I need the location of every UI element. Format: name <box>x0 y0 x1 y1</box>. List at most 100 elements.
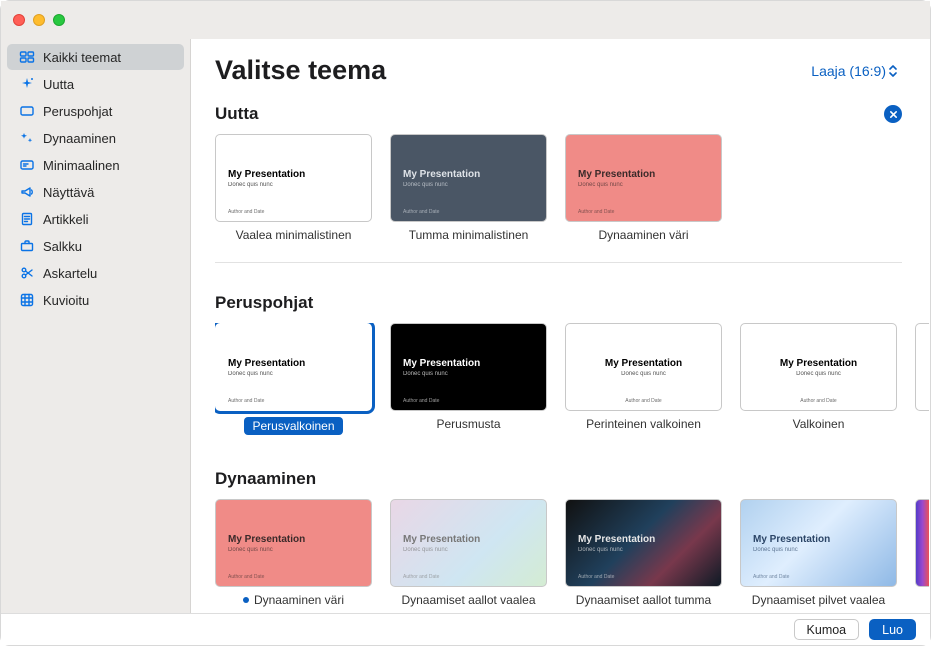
scissors-icon <box>19 265 35 281</box>
briefcase-icon <box>19 238 35 254</box>
section-dynaaminen: Dynaaminen My Presentation Donec quis nu… <box>215 459 930 611</box>
sidebar-item-kuvioitu[interactable]: Kuvioitu <box>7 287 184 313</box>
theme-card[interactable]: My Presentation Donec quis nunc Author a… <box>215 134 372 242</box>
theme-card-overflow[interactable] <box>915 499 929 607</box>
theme-card[interactable]: My Presentation Donec quis nunc Author a… <box>215 323 372 435</box>
theme-thumbnail: My Presentation Donec quis nunc Author a… <box>390 134 547 222</box>
theme-card[interactable]: My Presentation Donec quis nunc Author a… <box>390 134 547 242</box>
thumb-foot: Author and Date <box>228 574 264 580</box>
sidebar-item-dynaaminen[interactable]: Dynaaminen <box>7 125 184 151</box>
theme-card[interactable]: My Presentation Donec quis nunc Author a… <box>565 499 722 607</box>
theme-card[interactable]: My Presentation Donec quis nunc Author a… <box>740 499 897 607</box>
thumb-sub: Donec quis nunc <box>796 371 841 377</box>
thumb-sub: Donec quis nunc <box>403 547 534 553</box>
aspect-ratio-selector[interactable]: Laaja (16:9) <box>811 63 898 79</box>
window-controls <box>13 14 65 26</box>
main-content: Valitse teema Laaja (16:9) Uutta My Pres… <box>191 39 930 613</box>
theme-thumbnail: My Presentation Donec quis nunc Author a… <box>740 323 897 411</box>
theme-card[interactable]: My Presentation Donec quis nunc Author a… <box>740 323 897 435</box>
sidebar-item-label: Näyttävä <box>43 185 94 200</box>
chevron-up-down-icon <box>888 64 898 78</box>
theme-row: My Presentation Donec quis nunc Author a… <box>215 499 930 611</box>
section-uutta: Uutta My Presentation Donec quis nunc Au… <box>215 94 930 263</box>
thumb-title: My Presentation <box>228 534 359 545</box>
theme-thumbnail <box>915 323 929 411</box>
megaphone-icon <box>19 184 35 200</box>
grid-icon <box>19 49 35 65</box>
theme-scroller[interactable]: Uutta My Presentation Donec quis nunc Au… <box>191 94 930 613</box>
theme-caption: Dynaamiset aallot tumma <box>565 593 722 607</box>
theme-thumbnail: My Presentation Donec quis nunc Author a… <box>215 499 372 587</box>
create-button[interactable]: Luo <box>869 619 916 640</box>
theme-thumbnail <box>915 499 929 587</box>
theme-card-overflow[interactable] <box>915 323 929 435</box>
sidebar: Kaikki teematUutta Peruspohjat Dynaaminen M… <box>1 39 191 613</box>
thumb-foot: Author and Date <box>403 398 439 404</box>
theme-caption: Dynaaminen väri <box>565 228 722 242</box>
theme-thumbnail: My Presentation Donec quis nunc Author a… <box>215 323 372 411</box>
fullscreen-window-icon[interactable] <box>53 14 65 26</box>
theme-caption: Dynaaminen väri <box>215 593 372 607</box>
footer: Kumoa Luo <box>1 613 930 645</box>
sidebar-item-label: Kuvioitu <box>43 293 89 308</box>
thumb-foot: Author and Date <box>228 398 264 404</box>
thumb-foot: Author and Date <box>578 574 614 580</box>
thumb-title: My Presentation <box>228 169 359 180</box>
cancel-button[interactable]: Kumoa <box>794 619 860 640</box>
thumb-foot: Author and Date <box>228 209 264 215</box>
thumb-title: My Presentation <box>578 534 709 545</box>
section-title: Uutta <box>215 104 258 124</box>
dismiss-section-button[interactable] <box>884 105 902 123</box>
thumb-sub: Donec quis nunc <box>621 371 666 377</box>
theme-caption: Perinteinen valkoinen <box>565 417 722 431</box>
sidebar-item-label: Peruspohjat <box>43 104 112 119</box>
sidebar-item-uutta[interactable]: Uutta <box>7 71 184 97</box>
thumb-sub: Donec quis nunc <box>228 547 359 553</box>
theme-thumbnail: My Presentation Donec quis nunc Author a… <box>565 323 722 411</box>
theme-thumbnail: My Presentation Donec quis nunc Author a… <box>390 323 547 411</box>
sparkles-icon <box>19 130 35 146</box>
thumb-title: My Presentation <box>753 534 884 545</box>
theme-card[interactable]: My Presentation Donec quis nunc Author a… <box>215 499 372 607</box>
thumb-foot: Author and Date <box>753 574 789 580</box>
titlebar <box>1 1 930 39</box>
sidebar-item-salkku[interactable]: Salkku <box>7 233 184 259</box>
section-title: Peruspohjat <box>215 293 313 313</box>
sidebar-item-artikkeli[interactable]: Artikkeli <box>7 206 184 232</box>
theme-card[interactable]: My Presentation Donec quis nunc Author a… <box>565 323 722 435</box>
thumb-sub: Donec quis nunc <box>578 182 709 188</box>
thumb-sub: Donec quis nunc <box>403 182 534 188</box>
sidebar-item-askartelu[interactable]: Askartelu <box>7 260 184 286</box>
thumb-foot: Author and Date <box>578 209 614 215</box>
theme-caption: Perusvalkoinen <box>244 417 342 435</box>
thumb-foot: Author and Date <box>566 398 721 404</box>
theme-row: My Presentation Donec quis nunc Author a… <box>215 134 930 246</box>
thumb-title: My Presentation <box>578 169 709 180</box>
sidebar-item-peruspohjat[interactable]: Peruspohjat <box>7 98 184 124</box>
theme-caption: Perusmusta <box>390 417 547 431</box>
theme-thumbnail: My Presentation Donec quis nunc Author a… <box>565 499 722 587</box>
thumb-title: My Presentation <box>403 169 534 180</box>
rect-icon <box>19 103 35 119</box>
thumb-title: My Presentation <box>403 358 534 369</box>
thumb-foot: Author and Date <box>741 398 896 404</box>
theme-card[interactable]: My Presentation Donec quis nunc Author a… <box>565 134 722 242</box>
theme-row: My Presentation Donec quis nunc Author a… <box>215 323 930 439</box>
minimize-window-icon[interactable] <box>33 14 45 26</box>
thumb-sub: Donec quis nunc <box>578 547 709 553</box>
theme-caption: Tumma minimalistinen <box>390 228 547 242</box>
theme-thumbnail: My Presentation Donec quis nunc Author a… <box>215 134 372 222</box>
sidebar-item-näyttävä[interactable]: Näyttävä <box>7 179 184 205</box>
sidebar-item-label: Askartelu <box>43 266 97 281</box>
sidebar-item-label: Dynaaminen <box>43 131 116 146</box>
section-peruspohjat: Peruspohjat My Presentation Donec quis n… <box>215 283 930 439</box>
close-window-icon[interactable] <box>13 14 25 26</box>
theme-card[interactable]: My Presentation Donec quis nunc Author a… <box>390 499 547 607</box>
sidebar-item-minimaalinen[interactable]: Minimaalinen <box>7 152 184 178</box>
thumb-title: My Presentation <box>605 358 682 369</box>
theme-card[interactable]: My Presentation Donec quis nunc Author a… <box>390 323 547 435</box>
theme-caption: Dynaamiset aallot vaalea <box>390 593 547 607</box>
thumb-foot: Author and Date <box>403 574 439 580</box>
doc-icon <box>19 211 35 227</box>
sidebar-item-kaikki-teemat[interactable]: Kaikki teemat <box>7 44 184 70</box>
